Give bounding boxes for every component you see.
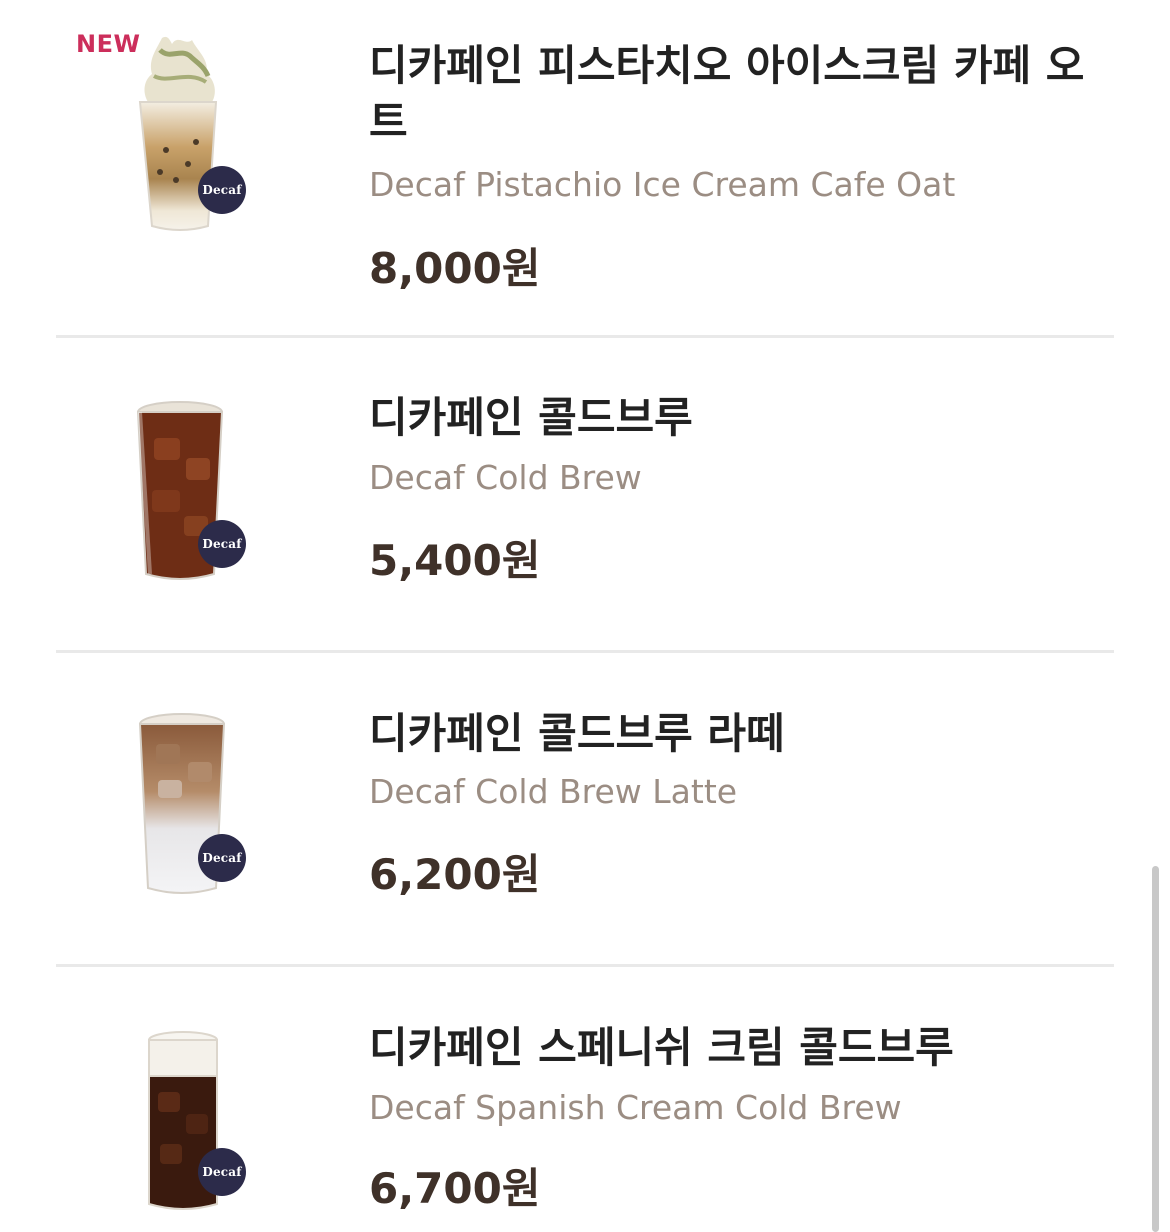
menu-item-price: 5,400원 <box>369 536 541 585</box>
menu-item-name-en: Decaf Spanish Cream Cold Brew <box>369 1088 902 1127</box>
cold-brew-latte-drink-icon <box>138 713 226 894</box>
menu-list: NEW Decaf 디카페인 피스타치오 아이스크림 카페 오트 Decaf P… <box>0 0 1170 1232</box>
decaf-badge: Decaf <box>198 1148 246 1196</box>
decaf-badge: Decaf <box>198 166 246 214</box>
menu-item[interactable]: Decaf 디카페인 콜드브루 Decaf Cold Brew 5,400원 <box>0 340 1170 653</box>
menu-item-name-en: Decaf Cold Brew <box>369 458 642 497</box>
menu-item-name-en: Decaf Cold Brew Latte <box>369 772 738 811</box>
divider <box>56 650 1114 653</box>
menu-item-price: 8,000원 <box>369 244 541 293</box>
cold-brew-drink-icon <box>136 401 224 580</box>
menu-item[interactable]: Decaf 디카페인 스페니쉬 크림 콜드브루 Decaf Spanish Cr… <box>0 968 1170 1232</box>
menu-item-price: 6,200원 <box>369 850 541 899</box>
spanish-cream-cold-brew-drink-icon <box>148 1031 218 1210</box>
decaf-badge: Decaf <box>198 834 246 882</box>
pistachio-ice-cream-drink-icon <box>138 36 218 231</box>
menu-item-name-ko: 디카페인 피스타치오 아이스크림 카페 오트 <box>369 41 1085 146</box>
decaf-badge: Decaf <box>198 520 246 568</box>
divider <box>56 964 1114 967</box>
menu-item-name-en: Decaf Pistachio Ice Cream Cafe Oat <box>369 165 956 204</box>
scrollbar[interactable] <box>1152 866 1159 1232</box>
menu-item[interactable]: Decaf 디카페인 콜드브루 라떼 Decaf Cold Brew Latte… <box>0 654 1170 967</box>
menu-item-price: 6,700원 <box>369 1164 541 1213</box>
divider <box>56 335 1114 338</box>
menu-item[interactable]: NEW Decaf 디카페인 피스타치오 아이스크림 카페 오트 Decaf P… <box>0 0 1170 338</box>
menu-item-name-ko: 디카페인 콜드브루 <box>369 393 693 442</box>
menu-item-name-ko: 디카페인 스페니쉬 크림 콜드브루 <box>369 1023 954 1072</box>
menu-item-name-ko: 디카페인 콜드브루 라떼 <box>369 709 785 758</box>
